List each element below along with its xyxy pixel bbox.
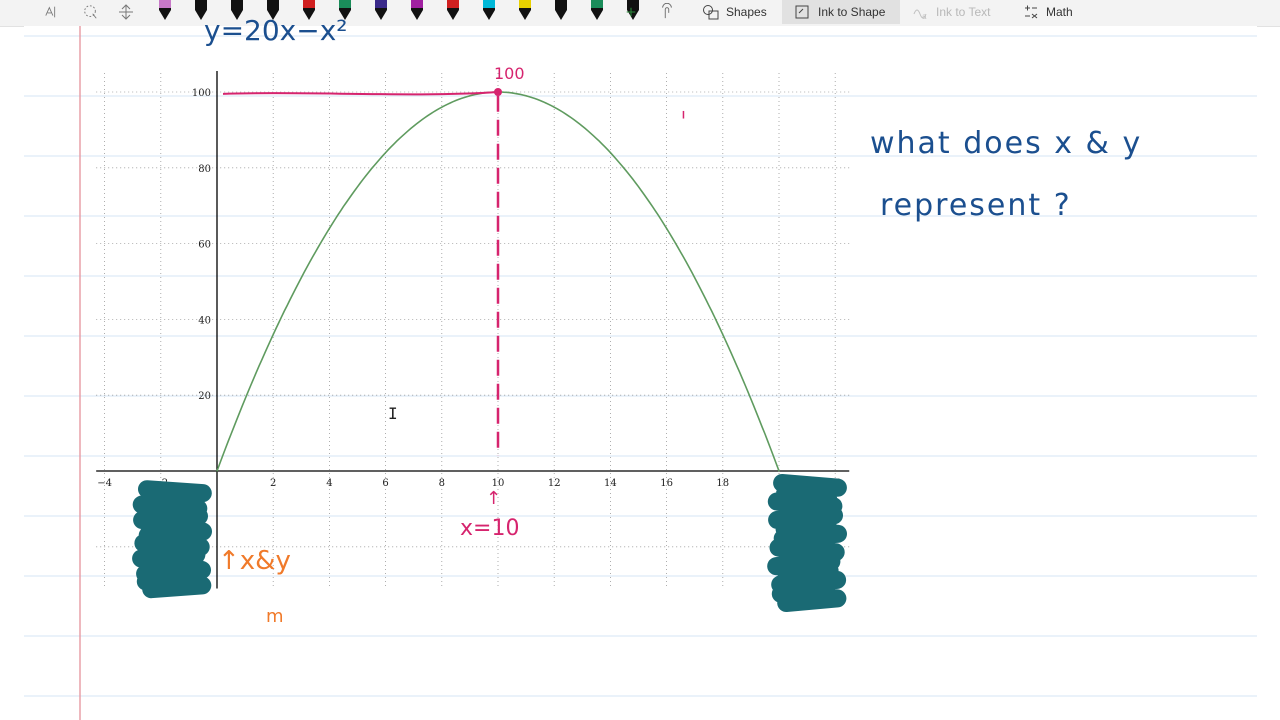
- data-point: [272, 333, 274, 336]
- chart-axes: [96, 71, 850, 589]
- data-point: [441, 106, 443, 108]
- y-tick-label: 80: [198, 164, 211, 175]
- pen-swatch-icon[interactable]: [158, 0, 172, 22]
- data-point: [750, 398, 752, 400]
- y-tick-label: 20: [198, 391, 211, 402]
- y-tick-label: 100: [192, 88, 211, 99]
- x-tick-label: 2: [270, 478, 276, 489]
- add-pen-icon[interactable]: [626, 0, 642, 24]
- lasso-select-icon[interactable]: [44, 0, 66, 24]
- note-question-line2: represent ?: [880, 188, 1072, 223]
- x-tick-label: 6: [382, 478, 388, 489]
- data-point: [356, 186, 359, 188]
- data-point: [328, 227, 330, 230]
- vertex-annotation: x=10: [460, 516, 520, 541]
- y-tick-label: 40: [198, 315, 211, 326]
- touch-draw-icon[interactable]: [660, 0, 680, 24]
- pen-swatch-icon[interactable]: [518, 0, 532, 22]
- data-point: [553, 106, 555, 108]
- data-point: [637, 186, 640, 188]
- math-button[interactable]: Math: [1022, 0, 1073, 24]
- data-point: [778, 470, 780, 472]
- chart-tick-labels: −4 −2 2 4 6 8 10 12 14 16 18 2220406080100: [97, 88, 841, 489]
- pen-swatch-icon[interactable]: [590, 0, 604, 22]
- vertex-point: [494, 88, 502, 96]
- pen-swatch-icon[interactable]: [374, 0, 388, 22]
- svg-text:a: a: [922, 12, 927, 20]
- data-point: [722, 333, 724, 336]
- x-tick-label: 8: [439, 478, 445, 489]
- x-tick-label: −4: [97, 478, 112, 489]
- data-point: [525, 95, 527, 97]
- scribble-blot: [132, 480, 212, 599]
- data-point: [581, 125, 583, 127]
- scribble-blot: [767, 474, 847, 612]
- data-point: [666, 227, 668, 230]
- x-tick-label: 12: [548, 478, 561, 489]
- equation-fragment: y=20x−x²: [204, 14, 348, 47]
- pen-swatch-icon[interactable]: [554, 0, 568, 22]
- data-point: [609, 152, 612, 154]
- ink-to-text-label: Ink to Text: [936, 5, 991, 19]
- pen-swatch-icon[interactable]: [410, 0, 424, 22]
- text-cursor-icon: I: [388, 404, 398, 423]
- x-tick-label: 16: [660, 478, 673, 489]
- y-tick-label: 60: [198, 240, 211, 251]
- chart-grid: [96, 73, 850, 589]
- data-point: [413, 125, 415, 127]
- ink-to-text-button[interactable]: a Ink to Text: [912, 0, 990, 24]
- pen-swatch-icon[interactable]: [446, 0, 460, 22]
- ink-to-shape-label: Ink to Shape: [818, 5, 886, 19]
- peak-annotation: 100: [494, 64, 525, 83]
- data-point: [469, 95, 471, 97]
- orange-scribble: m: [266, 606, 284, 627]
- math-label: Math: [1046, 5, 1073, 19]
- orange-note: ↑x&y: [218, 546, 291, 576]
- data-point: [385, 152, 387, 154]
- up-arrow-icon: ↑: [486, 488, 502, 509]
- x-tick-label: 4: [326, 478, 332, 489]
- ribbon-toolbar: Shapes Ink to Shape a Ink to Text Math: [0, 0, 1280, 27]
- shapes-button[interactable]: Shapes: [702, 0, 767, 24]
- shapes-label: Shapes: [726, 5, 767, 19]
- data-point: [300, 277, 302, 279]
- ink-to-shape-button[interactable]: Ink to Shape: [782, 0, 900, 24]
- pen-swatch-icon[interactable]: [482, 0, 496, 22]
- x-tick-label: 14: [604, 478, 617, 489]
- x-tick-label: 18: [716, 478, 729, 489]
- data-point: [694, 277, 696, 279]
- note-question-line1: what does x & y: [870, 126, 1143, 161]
- lasso-icon[interactable]: [82, 0, 104, 24]
- data-point: [216, 470, 218, 472]
- notebook-page-canvas[interactable]: −4 −2 2 4 6 8 10 12 14 16 18 22 20 40 60 80 100 y=20x−x²…: [24, 14, 1257, 720]
- insert-space-icon[interactable]: [118, 0, 140, 24]
- data-point: [244, 398, 246, 400]
